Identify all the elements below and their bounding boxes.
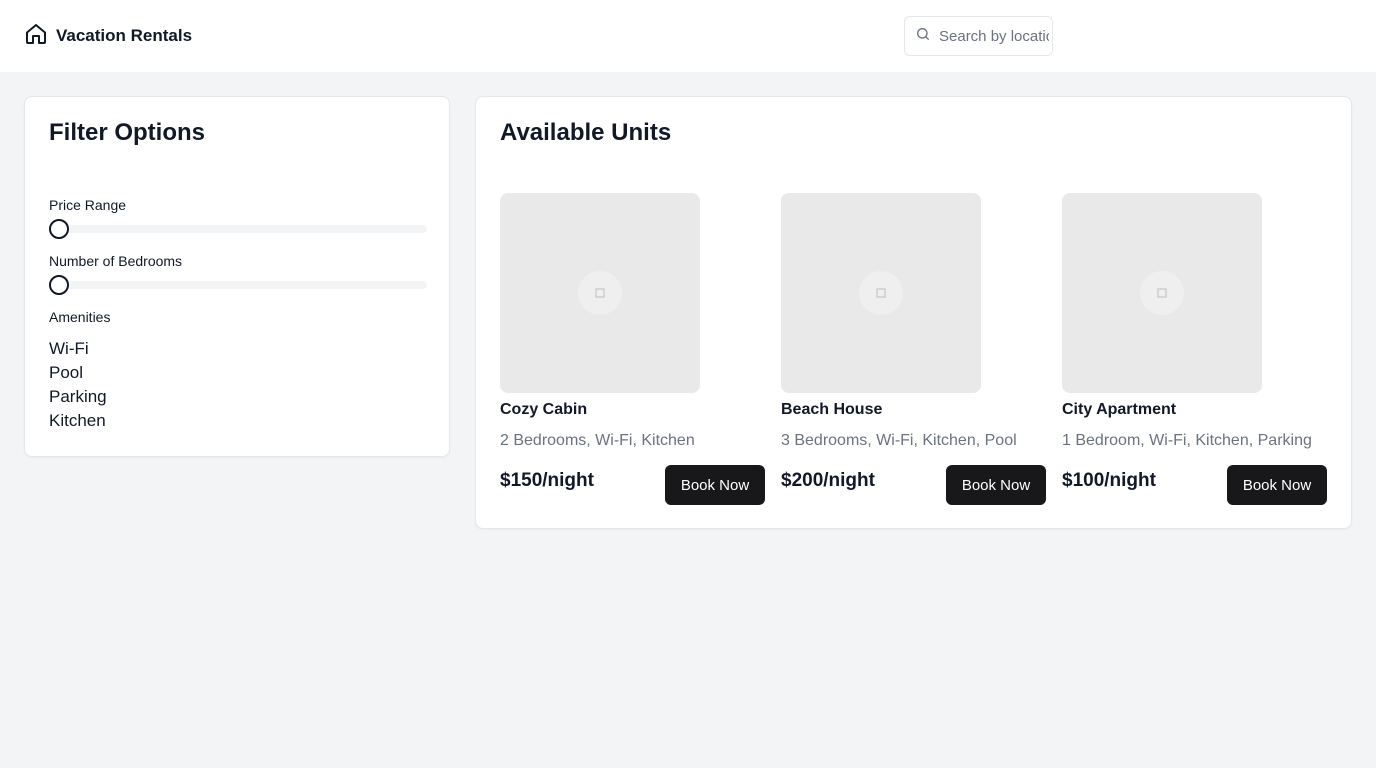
unit-card: City Apartment 1 Bedroom, Wi-Fi, Kitchen…: [1062, 193, 1327, 505]
search-icon: [915, 26, 931, 47]
bedrooms-label: Number of Bedrooms: [49, 253, 183, 269]
price-range-slider[interactable]: [49, 219, 427, 239]
unit-description: 1 Bedroom, Wi-Fi, Kitchen, Parking: [1062, 432, 1312, 449]
slider-track: [49, 225, 427, 233]
units-panel: Available Units Cozy Cabin 2 Bedrooms, W…: [475, 96, 1352, 529]
unit-image: [500, 193, 700, 393]
unit-name: Cozy Cabin: [500, 401, 588, 418]
unit-name: City Apartment: [1062, 401, 1177, 418]
amenity-kitchen[interactable]: Kitchen: [49, 411, 106, 431]
amenity-parking[interactable]: Parking: [49, 387, 107, 407]
unit-price: $100/night: [1062, 470, 1156, 491]
bedrooms-slider[interactable]: [49, 275, 427, 295]
amenities-label: Amenities: [49, 309, 111, 325]
filter-panel: Filter Options Price Range Number of Bed…: [24, 96, 450, 457]
price-range-label: Price Range: [49, 197, 127, 213]
slider-thumb[interactable]: [49, 219, 69, 239]
unit-name: Beach House: [781, 401, 883, 418]
units-panel-title: Available Units: [500, 119, 672, 146]
unit-description: 3 Bedrooms, Wi-Fi, Kitchen, Pool: [781, 432, 1017, 449]
unit-image: [781, 193, 981, 393]
top-bar: Vacation Rentals: [0, 0, 1376, 72]
unit-price: $150/night: [500, 470, 594, 491]
unit-description: 2 Bedrooms, Wi-Fi, Kitchen: [500, 432, 695, 449]
book-now-button[interactable]: Book Now: [1227, 465, 1327, 505]
amenity-pool[interactable]: Pool: [49, 363, 83, 383]
search-box[interactable]: [904, 16, 1053, 56]
slider-track: [49, 281, 427, 289]
app-title: Vacation Rentals: [56, 26, 193, 45]
home-icon: [24, 22, 48, 51]
slider-thumb[interactable]: [49, 275, 69, 295]
filter-panel-title: Filter Options: [49, 119, 205, 146]
unit-image: [1062, 193, 1262, 393]
book-now-button[interactable]: Book Now: [665, 465, 765, 505]
unit-card: Cozy Cabin 2 Bedrooms, Wi-Fi, Kitchen $1…: [500, 193, 765, 505]
unit-card: Beach House 3 Bedrooms, Wi-Fi, Kitchen, …: [781, 193, 1046, 505]
search-input[interactable]: [939, 27, 1049, 45]
brand[interactable]: Vacation Rentals: [24, 22, 193, 51]
amenity-wifi[interactable]: Wi-Fi: [49, 339, 89, 359]
unit-price: $200/night: [781, 470, 875, 491]
book-now-button[interactable]: Book Now: [946, 465, 1046, 505]
